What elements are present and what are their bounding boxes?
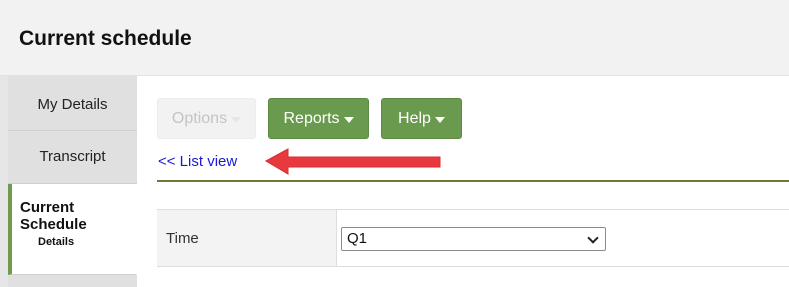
form-label-cell: Time [157, 210, 337, 266]
time-label: Time [166, 230, 199, 247]
sidebar-item-next[interactable] [8, 275, 137, 287]
caret-down-icon [343, 116, 354, 123]
options-button-label: Options [171, 109, 228, 127]
sidebar-subitem-details[interactable]: Details [20, 236, 136, 248]
list-view-link[interactable]: << List view [158, 153, 237, 170]
caret-down-icon [231, 116, 242, 123]
sidebar-item-current-schedule[interactable]: Current Schedule Details [8, 184, 137, 275]
page-title: Current schedule [19, 27, 192, 50]
section-divider [157, 180, 789, 182]
sidebar: My Details Transcript Current Schedule D… [0, 76, 137, 287]
sidebar-item-transcript[interactable]: Transcript [8, 131, 137, 184]
page-header: Current schedule [0, 0, 789, 76]
help-button[interactable]: Help [381, 98, 462, 139]
time-form-row: Time Q1 [157, 209, 789, 267]
chevron-down-icon [587, 232, 599, 244]
reports-button-label: Reports [283, 109, 340, 127]
caret-down-icon [434, 116, 445, 123]
time-select-value: Q1 [347, 230, 368, 247]
time-select[interactable]: Q1 [341, 227, 606, 251]
sidebar-item-label: Current Schedule [20, 199, 87, 233]
help-button-label: Help [398, 109, 431, 127]
reports-button[interactable]: Reports [268, 98, 369, 139]
options-button: Options [157, 98, 256, 139]
sidebar-item-my-details[interactable]: My Details [8, 76, 137, 131]
red-arrow-icon [264, 148, 441, 175]
